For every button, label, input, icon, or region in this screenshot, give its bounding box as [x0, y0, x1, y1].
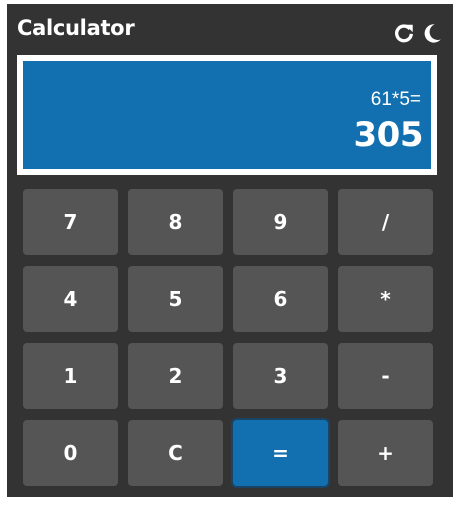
- display-panel: 61*5= 305: [17, 55, 437, 175]
- key-3[interactable]: 3: [233, 343, 328, 409]
- key-5[interactable]: 5: [128, 266, 223, 332]
- key-4[interactable]: 4: [23, 266, 118, 332]
- key-9[interactable]: 9: [233, 189, 328, 255]
- refresh-icon[interactable]: [393, 22, 415, 44]
- key-8[interactable]: 8: [128, 189, 223, 255]
- key-6[interactable]: 6: [233, 266, 328, 332]
- header-actions: [393, 22, 443, 44]
- app-title: Calculator: [17, 16, 135, 40]
- key-subtract[interactable]: -: [338, 343, 433, 409]
- key-clear[interactable]: C: [128, 420, 223, 486]
- key-add[interactable]: +: [338, 420, 433, 486]
- result-text: 305: [353, 115, 424, 155]
- key-2[interactable]: 2: [128, 343, 223, 409]
- key-multiply[interactable]: *: [338, 266, 433, 332]
- key-1[interactable]: 1: [23, 343, 118, 409]
- moon-icon[interactable]: [421, 22, 443, 44]
- key-7[interactable]: 7: [23, 189, 118, 255]
- expression-text: 61*5=: [370, 89, 421, 110]
- key-divide[interactable]: /: [338, 189, 433, 255]
- calculator-window: Calculator 61*5= 305 7 8 9 / 4 5 6 * 1 2…: [7, 4, 453, 497]
- keypad: 7 8 9 / 4 5 6 * 1 2 3 - 0 C = +: [23, 189, 433, 486]
- key-0[interactable]: 0: [23, 420, 118, 486]
- key-equals[interactable]: =: [233, 420, 328, 486]
